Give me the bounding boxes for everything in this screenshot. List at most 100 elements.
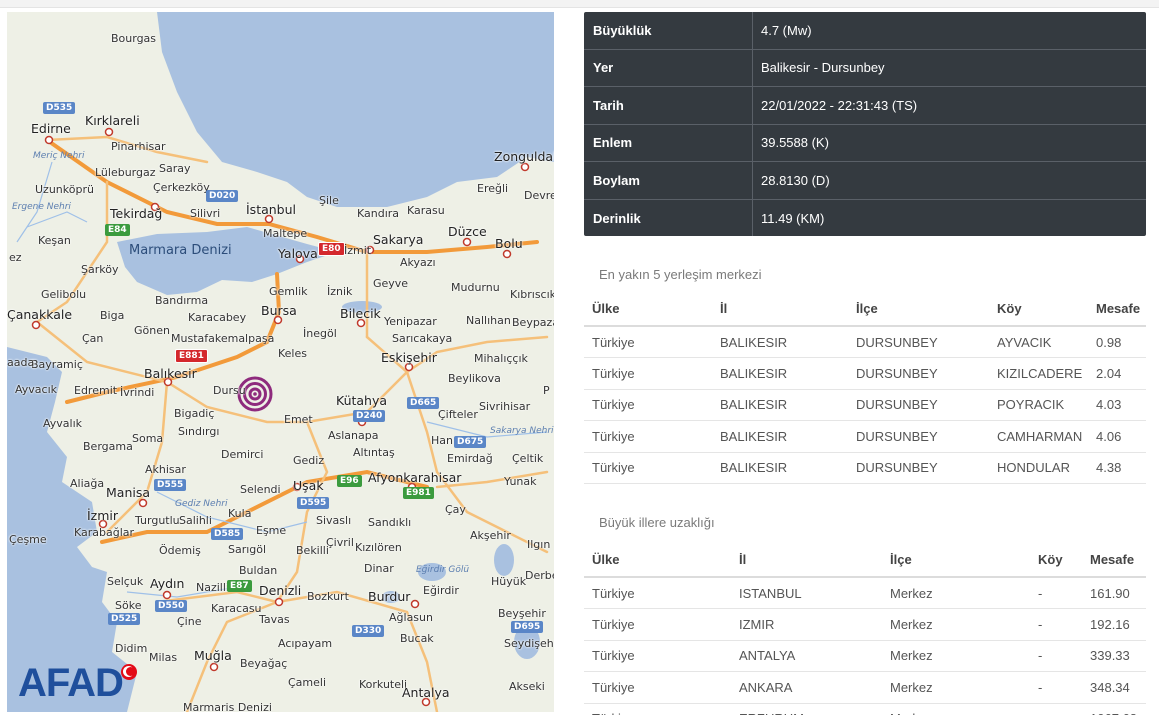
map-label: Kütahya [336,393,388,408]
table-cell: DURSUNBEY [848,389,989,421]
map-label: Manisa [106,485,151,500]
map-label: Kandıra [357,207,400,220]
map-label: Eskişehir [381,350,437,365]
road-shield: D585 [211,528,244,540]
table-cell: 339.33 [1082,640,1146,672]
table-header-row: Ülke İl İlçe Köy Mesafe [584,543,1146,578]
table-cell: 4.03 [1088,389,1146,421]
map-label: Düzce [448,224,487,239]
table-cell: BALIKESIR [712,389,848,421]
table-row: Türkiye IZMIR Merkez - 192.16 [584,608,1146,641]
table-row: Türkiye BALIKESIR DURSUNBEY POYRACIK 4.0… [584,389,1146,421]
map-label: Dursu [213,384,246,397]
road-shield: E881 [175,349,208,363]
map-label: Selçuk [107,575,144,588]
map-label: Çerkezköy [153,181,210,194]
epicenter-map[interactable]: Bourgas Edirne Kırklareli Pinarhisar Lül… [7,12,554,712]
table-cell: 348.34 [1082,671,1146,704]
road-shield: D240 [353,410,386,422]
map-label: İstanbul [246,202,297,217]
table-cell: Merkez [882,577,1030,609]
table-cell: DURSUNBEY [848,326,989,358]
map-label: Turgutlu [135,514,180,527]
map-label: Uzunköprü [35,183,94,196]
map-label: Çine [177,615,202,628]
map-label: Afyonkarahisar [368,470,462,485]
table-cell: Merkez [882,640,1030,672]
road-shield: D330 [352,625,385,637]
map-label: Marmaris Denizi [183,701,272,712]
major-cities-scroll-area[interactable]: Ülke İl İlçe Köy Mesafe Türkiye ISTANBUL… [584,543,1146,715]
table-cell: BALIKESIR [712,452,848,484]
map-label: Mustafakemalpaşa [171,332,275,345]
map-label: Beyağaç [240,657,288,670]
table-cell: DURSUNBEY [848,357,989,390]
road-shield: D535 [43,102,76,114]
map-label: Denizli [259,583,302,598]
map-label: İzmir [87,508,119,523]
table-cell: Türkiye [584,420,712,453]
map-label: Uşak [293,478,324,493]
major-cities-title: Büyük illere uzaklığı [599,515,715,530]
table-cell: Merkez [882,703,1030,715]
map-label: Zonguldak [494,149,554,164]
column-header: İl [731,543,882,578]
table-cell: ANKARA [731,671,882,704]
table-cell: CAMHARMAN [989,420,1088,453]
map-label: Derbe [525,569,554,582]
map-label: Biga [100,309,125,322]
map-label: Çan [82,332,104,345]
map-label: Emet [284,413,313,426]
map-label: Keles [278,347,307,360]
detail-key: Derinlik [584,199,753,236]
map-label: Edirne [31,121,71,136]
map-label: Demirci [221,448,264,461]
table-row: Türkiye BALIKESIR DURSUNBEY CAMHARMAN 4.… [584,420,1146,453]
map-label: Bilecik [340,306,381,321]
map-label: Edremit [74,384,118,397]
map-label: Hüyük [491,575,527,588]
table-cell: - [1030,577,1082,609]
map-label: Muğla [194,648,232,663]
table-cell: 0.98 [1088,326,1146,358]
column-header: Köy [989,292,1088,327]
column-header: Mesafe [1088,292,1146,327]
map-label: Tekirdağ [110,206,163,221]
nearest-settlements-table: Ülke İl İlçe Köy Mesafe Türkiye BALIKESI… [584,292,1146,484]
detail-row-latitude: Enlem 39.5588 (K) [584,124,1146,162]
table-cell: ERZURUM [731,703,882,715]
map-label: İvrindi [120,386,155,399]
map-label: Akyazı [400,256,436,269]
table-cell: Türkiye [584,577,731,609]
detail-value: 4.7 (Mw) [761,22,812,38]
map-label: Yalova [278,246,318,261]
map-label: Selendi [240,483,281,496]
earthquake-details-table: Büyüklük 4.7 (Mw) Yer Balikesir - Dursun… [584,12,1146,236]
map-label: Lüleburgaz [95,166,156,179]
detail-row-longitude: Boylam 28.8130 (D) [584,162,1146,200]
map-label: Karasu [407,204,445,217]
map-label: Aydın [150,576,185,591]
table-cell: HONDULAR [989,452,1088,484]
table-cell: ANTALYA [731,640,882,672]
table-cell: - [1030,640,1082,672]
map-label: Ergene Nehri [12,202,71,212]
table-row: Türkiye BALIKESIR DURSUNBEY HONDULAR 4.3… [584,452,1146,484]
table-cell: 2.04 [1088,357,1146,390]
table-header-row: Ülke İl İlçe Köy Mesafe [584,292,1146,327]
map-label: Karabağlar [74,526,135,539]
map-label: Meriç Nehri [33,151,85,161]
map-label: Bigadiç [174,407,215,420]
map-label: Ayvacık [15,383,58,396]
map-label: Ağlasun [389,611,433,624]
map-label: İzmit [344,244,372,257]
map-label: Salihli [179,514,212,527]
road-shield: E87 [227,580,252,592]
map-label: Altıntaş [353,446,395,459]
map-label: Bourgas [111,32,157,45]
map-label: Karacasu [211,602,262,615]
map-label: Bursa [261,303,297,318]
detail-row-location: Yer Balikesir - Dursunbey [584,49,1146,87]
table-cell: Türkiye [584,452,712,484]
map-label: Bozkurt [307,590,349,603]
